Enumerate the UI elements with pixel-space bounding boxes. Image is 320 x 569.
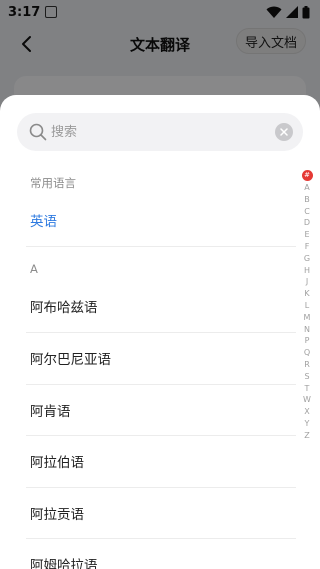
- language-item[interactable]: 阿姆哈拉语: [26, 538, 296, 569]
- alpha-index-letter[interactable]: J: [306, 276, 308, 288]
- alpha-index-letter[interactable]: B: [304, 194, 310, 206]
- alpha-index-letter[interactable]: C: [304, 206, 310, 218]
- alpha-index-letter[interactable]: A: [304, 182, 309, 194]
- language-item[interactable]: 阿布哈兹语: [26, 280, 296, 332]
- alpha-index-letter[interactable]: P: [305, 335, 310, 347]
- alpha-index-letter[interactable]: Y: [305, 418, 310, 430]
- screen: 3:17 文本翻译 导入文档 搜索 常用语言 英语 A 阿布哈兹语 阿尔巴尼亚语…: [0, 0, 320, 569]
- alpha-index-letter[interactable]: N: [304, 324, 310, 336]
- divider: [26, 246, 296, 247]
- alpha-index-letter[interactable]: Q: [304, 347, 310, 359]
- search-input[interactable]: [51, 113, 271, 151]
- alpha-index-letter[interactable]: K: [304, 288, 309, 300]
- language-item[interactable]: 英语: [26, 194, 296, 246]
- language-item[interactable]: 阿尔巴尼亚语: [26, 332, 296, 384]
- alpha-index-letter[interactable]: S: [304, 371, 309, 383]
- alpha-index-letter[interactable]: L: [305, 300, 309, 312]
- alpha-index-hash[interactable]: #: [301, 170, 313, 181]
- section-header-a: A: [30, 262, 38, 276]
- alpha-index-letter[interactable]: R: [304, 359, 310, 371]
- alpha-index-letter[interactable]: T: [305, 383, 310, 395]
- clear-search-button[interactable]: [275, 123, 293, 141]
- alpha-index-letter[interactable]: X: [304, 406, 309, 418]
- search-box: [17, 113, 303, 151]
- alphabet-index[interactable]: # A B C D E F G H J K L M N P Q R S T W …: [300, 170, 314, 442]
- alpha-index-letter[interactable]: G: [304, 253, 310, 265]
- alpha-index-letter[interactable]: Z: [304, 430, 309, 442]
- close-icon: [280, 128, 288, 136]
- alpha-index-letter[interactable]: D: [304, 217, 310, 229]
- alpha-index-letter[interactable]: H: [304, 265, 310, 277]
- alpha-index-letter[interactable]: W: [303, 394, 311, 406]
- language-item[interactable]: 阿肯语: [26, 384, 296, 436]
- language-item[interactable]: 阿拉伯语: [26, 435, 296, 487]
- language-item[interactable]: 阿拉贡语: [26, 487, 296, 539]
- language-picker-sheet: 常用语言 英语 A 阿布哈兹语 阿尔巴尼亚语 阿肯语 阿拉伯语 阿拉贡语 阿姆哈…: [0, 95, 320, 569]
- search-icon: [29, 123, 47, 141]
- alpha-index-letter[interactable]: E: [304, 229, 309, 241]
- common-languages-label: 常用语言: [30, 176, 76, 190]
- alpha-index-letter[interactable]: M: [304, 312, 311, 324]
- alpha-index-letter[interactable]: F: [305, 241, 310, 253]
